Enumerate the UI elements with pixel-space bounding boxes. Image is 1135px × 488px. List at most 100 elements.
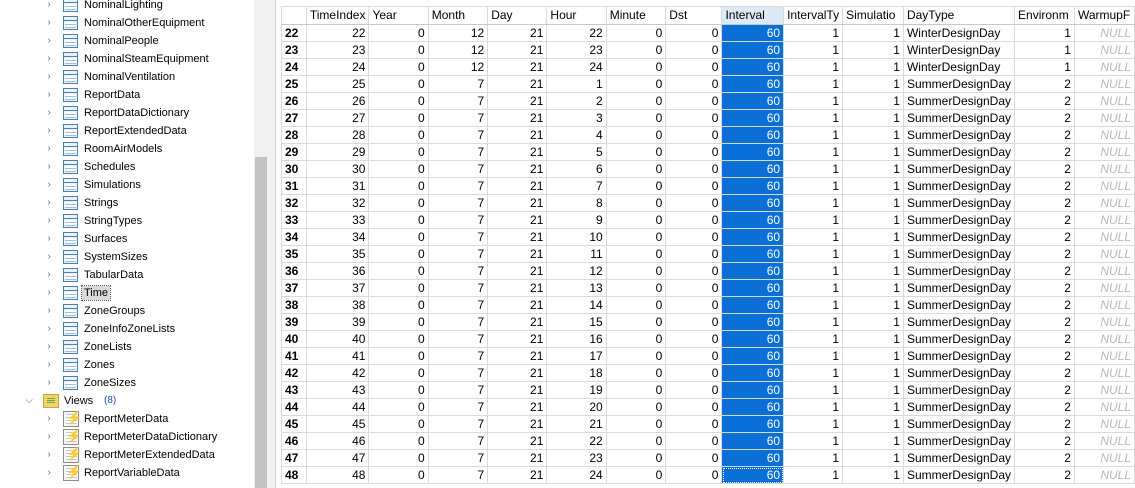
table-cell[interactable]: NULL (1073, 75, 1135, 93)
table-cell[interactable]: NULL (1073, 160, 1135, 178)
table-cell[interactable]: 21 (487, 228, 548, 246)
table-cell[interactable]: 0 (368, 364, 429, 382)
chevron-right-icon[interactable]: › (43, 142, 55, 156)
tree-item[interactable]: › Simulations (0, 176, 256, 194)
tree-item[interactable]: › ReportVariableData (0, 464, 256, 482)
table-row[interactable]: 45 45 0 7 21 21 0 0 60 1 1 SummerDesignDay 2 NULL (281, 415, 1135, 433)
table-cell[interactable]: 7 (427, 177, 489, 195)
table-cell[interactable]: 2 (1014, 262, 1075, 280)
table-row[interactable]: 37 37 0 7 21 13 0 0 60 1 1 SummerDesignDay 2 NULL (281, 279, 1135, 297)
row-number[interactable]: 40 (281, 330, 307, 348)
table-cell[interactable]: 7 (546, 177, 607, 195)
table-cell[interactable]: 35 (305, 245, 370, 263)
table-cell[interactable]: 0 (605, 347, 667, 365)
table-cell[interactable]: SummerDesignDay (902, 449, 1016, 467)
tree-item[interactable]: › ReportDataDictionary (0, 104, 256, 122)
table-cell[interactable]: SummerDesignDay (902, 177, 1016, 195)
table-cell[interactable]: 0 (605, 262, 667, 280)
table-cell[interactable]: 21 (487, 381, 548, 399)
table-cell[interactable]: 32 (305, 194, 370, 212)
table-cell[interactable]: 21 (487, 330, 548, 348)
tree-item[interactable]: ⌵ Views (8) (0, 392, 256, 410)
table-cell[interactable]: 43 (305, 381, 370, 399)
chevron-right-icon[interactable]: › (43, 106, 55, 120)
table-cell[interactable]: 0 (665, 24, 723, 42)
table-cell[interactable]: 0 (605, 432, 667, 450)
table-cell[interactable]: 1 (783, 194, 844, 212)
table-cell[interactable]: 2 (1014, 381, 1075, 399)
table-row[interactable]: 23 23 0 12 21 23 0 0 60 1 1 WinterDesignDay 1 NULL (281, 41, 1135, 59)
table-row[interactable]: 27 27 0 7 21 3 0 0 60 1 1 SummerDesignDay 2 NULL (281, 109, 1135, 127)
table-cell[interactable]: 7 (427, 143, 489, 161)
table-cell[interactable]: 21 (487, 41, 548, 59)
table-cell[interactable]: 23 (546, 449, 607, 467)
table-cell[interactable]: 1 (783, 245, 844, 263)
column-header[interactable]: Interval (721, 6, 785, 25)
row-number[interactable]: 27 (281, 109, 307, 127)
table-cell[interactable]: NULL (1073, 347, 1135, 365)
table-cell[interactable]: 0 (368, 75, 429, 93)
table-cell[interactable]: 1 (783, 330, 844, 348)
table-cell[interactable]: 0 (665, 432, 723, 450)
table-cell[interactable]: NULL (1073, 432, 1135, 450)
table-cell[interactable]: 1 (783, 109, 844, 127)
table-cell[interactable]: 0 (665, 92, 723, 110)
row-number[interactable]: 46 (281, 432, 307, 450)
table-cell[interactable]: 21 (487, 194, 548, 212)
table-cell[interactable]: SummerDesignDay (902, 415, 1016, 433)
table-cell[interactable]: 60 (721, 109, 785, 127)
table-cell[interactable]: 60 (721, 313, 785, 331)
table-cell[interactable]: 12 (427, 41, 489, 59)
table-cell[interactable]: 13 (546, 279, 607, 297)
table-cell[interactable]: 60 (721, 160, 785, 178)
table-cell[interactable]: NULL (1073, 41, 1135, 59)
table-cell[interactable]: NULL (1073, 143, 1135, 161)
table-cell[interactable]: 1 (783, 466, 844, 484)
table-cell[interactable]: 24 (305, 58, 370, 76)
table-cell[interactable]: 2 (1014, 432, 1075, 450)
table-cell[interactable]: 0 (605, 296, 667, 314)
table-cell[interactable]: NULL (1073, 364, 1135, 382)
table-cell[interactable]: 1 (783, 126, 844, 144)
tree-item[interactable]: › TabularData (0, 266, 256, 284)
column-header[interactable]: Hour (546, 6, 607, 25)
table-cell[interactable]: 46 (305, 432, 370, 450)
table-cell[interactable]: 0 (605, 75, 667, 93)
table-cell[interactable]: 0 (605, 279, 667, 297)
table-cell[interactable]: NULL (1073, 279, 1135, 297)
table-cell[interactable]: 0 (368, 126, 429, 144)
table-cell[interactable]: 1 (842, 41, 904, 59)
table-cell[interactable]: 21 (487, 58, 548, 76)
table-cell[interactable]: 60 (721, 296, 785, 314)
tree-item[interactable]: › Time (0, 284, 256, 302)
table-cell[interactable]: 1 (842, 58, 904, 76)
table-cell[interactable]: 0 (605, 126, 667, 144)
column-header[interactable]: Simulatio (842, 6, 904, 25)
table-cell[interactable]: SummerDesignDay (902, 432, 1016, 450)
table-cell[interactable]: 0 (605, 109, 667, 127)
chevron-right-icon[interactable]: › (43, 322, 55, 336)
table-cell[interactable]: SummerDesignDay (902, 398, 1016, 416)
table-cell[interactable]: 1 (842, 211, 904, 229)
row-number[interactable]: 24 (281, 58, 307, 76)
table-row[interactable]: 48 48 0 7 21 24 0 0 60 1 1 SummerDesignDay 2 NULL (281, 466, 1135, 484)
table-cell[interactable]: 3 (546, 109, 607, 127)
table-cell[interactable]: 0 (368, 177, 429, 195)
table-cell[interactable]: 60 (721, 194, 785, 212)
tree-item[interactable]: › Schedules (0, 158, 256, 176)
table-cell[interactable]: 21 (487, 177, 548, 195)
table-cell[interactable]: 1 (783, 228, 844, 246)
table-cell[interactable]: 7 (427, 330, 489, 348)
table-cell[interactable]: 1 (783, 58, 844, 76)
table-cell[interactable]: 1 (783, 92, 844, 110)
table-row[interactable]: 47 47 0 7 21 23 0 0 60 1 1 SummerDesignDay 2 NULL (281, 449, 1135, 467)
table-cell[interactable]: 21 (487, 160, 548, 178)
table-cell[interactable]: 16 (546, 330, 607, 348)
table-cell[interactable]: 27 (305, 109, 370, 127)
table-cell[interactable]: 18 (546, 364, 607, 382)
table-cell[interactable]: 0 (605, 245, 667, 263)
table-cell[interactable]: 0 (368, 211, 429, 229)
table-cell[interactable]: 0 (368, 466, 429, 484)
table-cell[interactable]: 21 (487, 262, 548, 280)
table-cell[interactable]: NULL (1073, 177, 1135, 195)
